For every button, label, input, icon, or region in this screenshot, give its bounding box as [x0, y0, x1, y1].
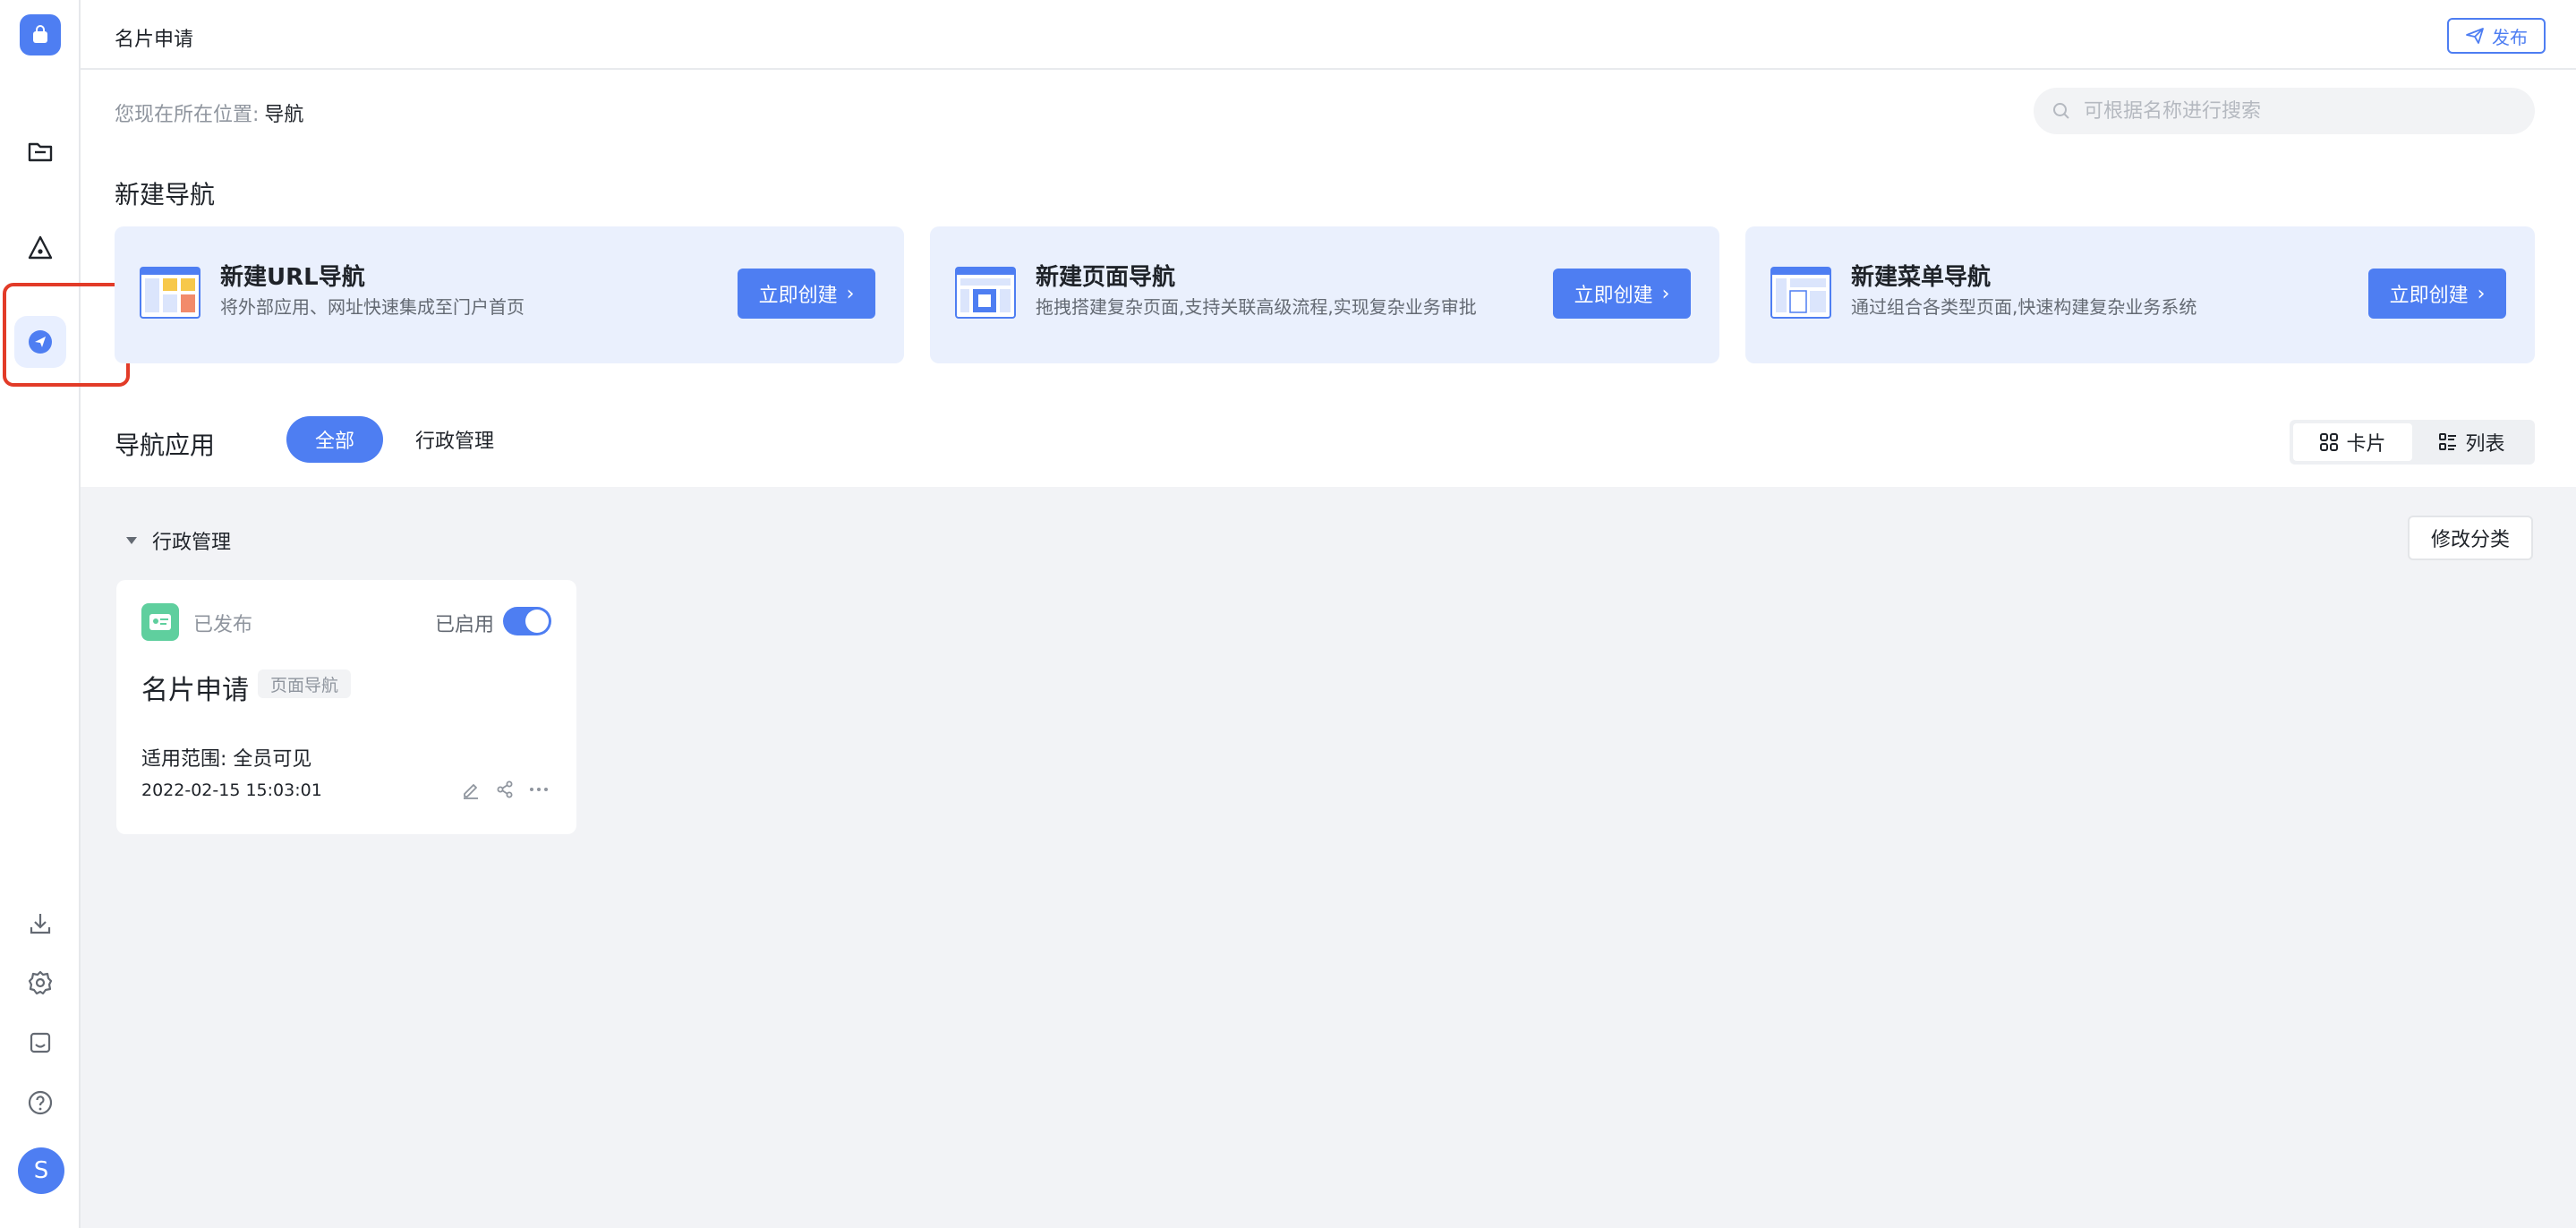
card-name: 新建菜单导航	[1851, 264, 1992, 291]
edit-category-button[interactable]: 修改分类	[2408, 516, 2533, 560]
create-url-nav-button[interactable]: 立即创建 ›	[738, 269, 875, 319]
publish-label: 发布	[2492, 26, 2528, 48]
app-date: 2022-02-15 15:03:01	[141, 780, 322, 800]
list-icon	[2439, 433, 2457, 450]
share-button[interactable]	[494, 779, 516, 800]
app-status: 已发布	[193, 614, 253, 636]
sidebar-item-settings[interactable]	[18, 960, 63, 1005]
page-nav-illustration	[955, 267, 1016, 319]
alert-icon	[28, 235, 53, 260]
edit-icon	[464, 784, 478, 799]
chevron-right-icon: ›	[1661, 282, 1670, 305]
view-card-button[interactable]: 卡片	[2293, 423, 2412, 461]
sidebar-item-help[interactable]	[18, 1080, 63, 1125]
card-desc: 通过组合各类型页面,快速构建复杂业务系统	[1851, 296, 2197, 318]
menu-nav-illustration	[1770, 267, 1831, 319]
url-nav-illustration	[140, 267, 200, 319]
card-name: 新建URL导航	[220, 264, 365, 291]
more-button[interactable]	[528, 779, 550, 800]
app-logo[interactable]	[20, 14, 61, 55]
card-desc: 将外部应用、网址快速集成至门户首页	[220, 296, 525, 318]
more-icon	[530, 788, 548, 791]
sidebar-item-folder[interactable]	[18, 129, 63, 174]
enabled-label: 已启用	[435, 614, 495, 636]
sidebar-item-alert[interactable]	[18, 226, 63, 270]
tab-all[interactable]: 全部	[286, 416, 383, 463]
app-type-badge: 页面导航	[258, 669, 352, 698]
download-icon	[30, 914, 51, 934]
app-actions	[460, 779, 550, 800]
sidebar-item-download[interactable]	[18, 901, 63, 946]
search-box	[2034, 88, 2535, 134]
chevron-right-icon: ›	[846, 282, 855, 305]
highlight-box	[3, 283, 130, 387]
edit-button[interactable]	[460, 779, 482, 800]
app-scope: 适用范围: 全员可见	[141, 748, 312, 771]
create-menu-nav-card[interactable]: 新建菜单导航 通过组合各类型页面,快速构建复杂业务系统 立即创建 ›	[1745, 226, 2535, 363]
caret-down-icon	[126, 537, 137, 544]
create-button-label: 立即创建	[758, 285, 838, 307]
create-button-label: 立即创建	[2389, 285, 2469, 307]
sidebar: S	[0, 0, 130, 1228]
create-url-nav-card[interactable]: 新建URL导航 将外部应用、网址快速集成至门户首页 立即创建 ›	[115, 226, 904, 363]
create-button-label: 立即创建	[1574, 285, 1653, 307]
category-header[interactable]: 行政管理	[124, 526, 231, 555]
send-icon	[2466, 28, 2484, 44]
card-name: 新建页面导航	[1036, 264, 1176, 291]
page-title: 名片申请	[115, 29, 194, 51]
toggle-knob	[525, 610, 549, 633]
new-nav-title: 新建导航	[115, 180, 216, 209]
card-desc: 拖拽搭建复杂页面,支持关联高级流程,实现复杂业务审批	[1036, 296, 1477, 318]
avatar[interactable]: S	[18, 1147, 64, 1194]
grid-icon	[2320, 433, 2339, 451]
inbox-icon	[30, 1032, 51, 1053]
search-icon	[2053, 103, 2069, 119]
enabled-toggle[interactable]	[503, 607, 551, 635]
view-card-label: 卡片	[2346, 433, 2386, 456]
app-name: 名片申请	[141, 675, 249, 706]
gear-icon	[28, 970, 53, 995]
id-card-icon	[149, 614, 171, 630]
create-page-nav-card[interactable]: 新建页面导航 拖拽搭建复杂页面,支持关联高级流程,实现复杂业务审批 立即创建 ›	[930, 226, 1719, 363]
view-list-button[interactable]: 列表	[2412, 423, 2531, 461]
view-switch: 卡片 列表	[2290, 420, 2535, 465]
breadcrumb: 您现在所在位置: 导航	[115, 98, 303, 127]
view-list-label: 列表	[2465, 433, 2505, 456]
help-icon	[28, 1090, 53, 1115]
publish-button[interactable]: 发布	[2447, 18, 2546, 54]
bag-icon	[33, 25, 47, 43]
app-card-icon	[141, 603, 179, 641]
sidebar-item-inbox[interactable]	[18, 1020, 63, 1065]
search-input[interactable]	[2084, 99, 2513, 123]
topbar: 名片申请 发布	[81, 0, 2576, 70]
category-name: 行政管理	[152, 532, 232, 554]
folder-icon	[28, 142, 53, 162]
chevron-right-icon: ›	[2477, 282, 2486, 305]
tab-admin[interactable]: 行政管理	[401, 416, 508, 463]
app-card[interactable]: 已发布 已启用 名片申请 页面导航 适用范围: 全员可见 2022-02-15 …	[116, 580, 576, 834]
breadcrumb-prefix: 您现在所在位置:	[115, 104, 260, 126]
breadcrumb-current[interactable]: 导航	[264, 104, 303, 126]
create-menu-nav-button[interactable]: 立即创建 ›	[2368, 269, 2506, 319]
create-page-nav-button[interactable]: 立即创建 ›	[1553, 269, 1691, 319]
share-icon	[497, 780, 513, 798]
apps-title: 导航应用	[115, 431, 216, 460]
